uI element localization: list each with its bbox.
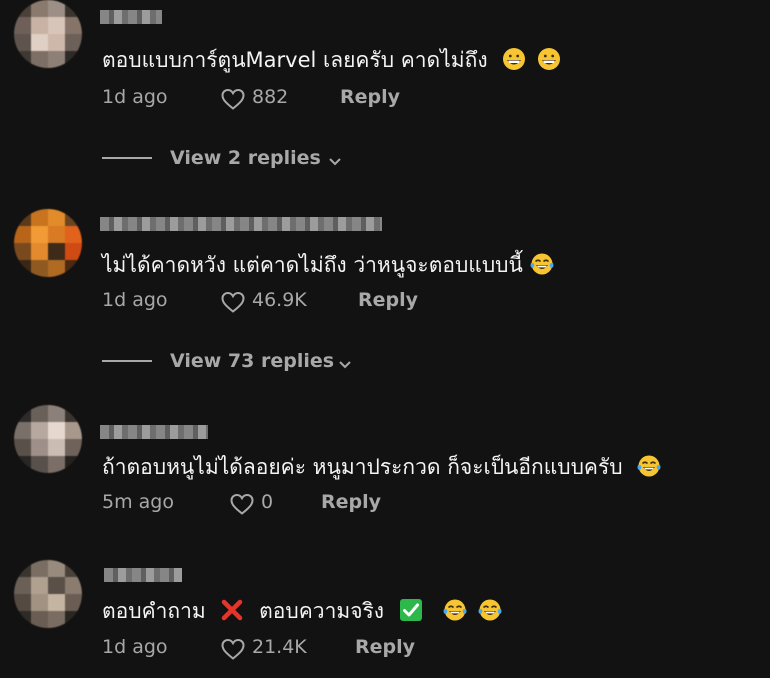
username-blurred[interactable] [100,217,382,231]
like-count: 0 [261,491,274,513]
comment-text: ตอบแบบการ์ตูนMarvel เลยครับ คาดไม่ถึง [102,46,561,74]
comment-text: ถ้าตอบหนูไม่ได้ลอยค่ะ หนูมาประกวด ก็จะเป… [102,453,661,481]
tears-of-joy-icon [530,252,554,276]
avatar[interactable] [14,0,82,68]
view-replies-button[interactable]: View 73 replies [102,348,402,374]
view-replies-button[interactable]: View 2 replies [102,145,402,171]
comment-text-part-b: ตอบความจริง [259,599,385,623]
check-mark-icon [399,598,423,622]
username-blurred[interactable] [100,425,208,439]
comment-item: ตอบแบบการ์ตูนMarvel เลยครับ คาดไม่ถึง 1d… [0,0,770,180]
tears-of-joy-icon [637,454,661,478]
avatar[interactable] [14,560,82,628]
comment-time: 1d ago [102,289,168,311]
avatar[interactable] [14,209,82,277]
reply-button[interactable]: Reply [355,634,415,660]
chevron-down-icon [328,152,342,166]
comment-item: ถ้าตอบหนูไม่ได้ลอยค่ะ หนูมาประกวด ก็จะเป… [0,405,770,525]
comment-text-body: ถ้าตอบหนูไม่ได้ลอยค่ะ หนูมาประกวด ก็จะเป… [102,455,623,479]
like-count: 46.9K [252,289,307,311]
username-blurred[interactable] [100,10,162,24]
comment-meta: 1d ago 882 Reply [102,84,702,110]
avatar[interactable] [14,405,82,473]
tears-of-joy-icon [478,598,502,622]
divider-line [102,360,152,362]
comment-text-part-a: ตอบคำถาม [102,599,206,623]
comment-meta: 1d ago 21.4K Reply [102,634,702,660]
like-heart-icon[interactable] [220,87,246,111]
comment-meta: 5m ago 0 Reply [102,489,702,515]
like-count: 882 [252,86,289,108]
comment-item: ไม่ได้คาดหวัง แต่คาดไม่ถึง ว่าหนูจะตอบแบ… [0,205,770,385]
reply-button[interactable]: Reply [321,489,381,515]
comment-time: 5m ago [102,491,174,513]
view-replies-label: View 2 replies [170,147,321,169]
like-heart-icon[interactable] [229,492,255,516]
chevron-down-icon [338,355,352,369]
divider-line [102,157,152,159]
like-count: 21.4K [252,636,307,658]
like-heart-icon[interactable] [220,637,246,661]
tears-of-joy-icon [443,598,467,622]
username-blurred[interactable] [104,568,182,582]
comment-time: 1d ago [102,636,168,658]
comment-time: 1d ago [102,86,168,108]
comment-meta: 1d ago 46.9K Reply [102,287,702,313]
comment-text: ไม่ได้คาดหวัง แต่คาดไม่ถึง ว่าหนูจะตอบแบ… [102,251,554,279]
comment-text-body: ตอบแบบการ์ตูนMarvel เลยครับ คาดไม่ถึง [102,48,488,72]
comment-item: ตอบคำถาม ตอบความจริง 1d ago 21.4K Reply [0,560,770,678]
comment-text: ตอบคำถาม ตอบความจริง [102,597,502,625]
cross-mark-icon [220,598,244,622]
reply-button[interactable]: Reply [340,84,400,110]
comment-text-body: ไม่ได้คาดหวัง แต่คาดไม่ถึง ว่าหนูจะตอบแบ… [102,253,523,277]
view-replies-label: View 73 replies [170,350,335,372]
grinning-face-icon [537,47,561,71]
grinning-face-icon [502,47,526,71]
reply-button[interactable]: Reply [358,287,418,313]
like-heart-icon[interactable] [220,290,246,314]
